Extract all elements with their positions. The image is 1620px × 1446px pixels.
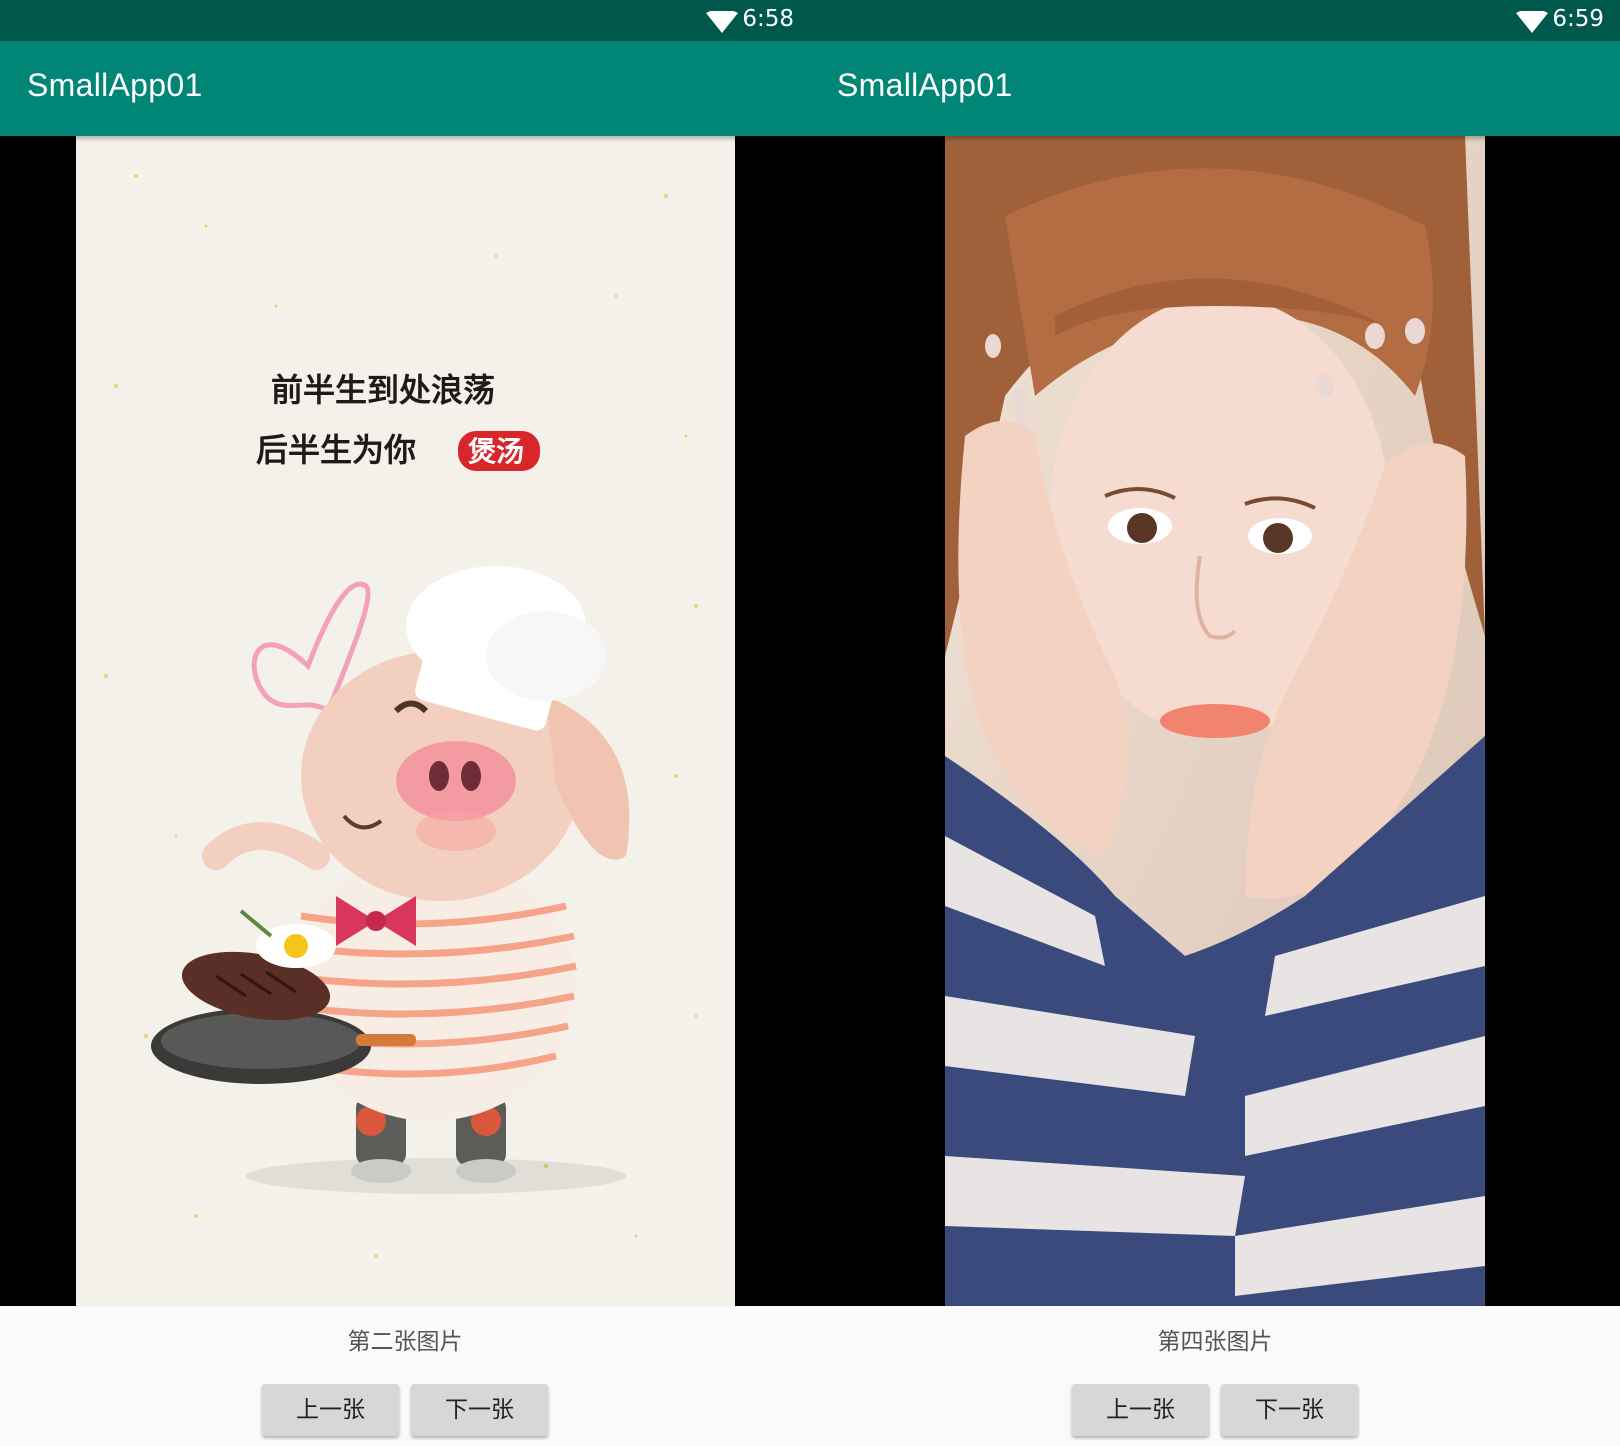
app-title: SmallApp01: [837, 67, 1013, 103]
image-view: 前半生到处浪荡 后半生为你 煲汤: [0, 136, 810, 1306]
chef-pig-image: 前半生到处浪荡 后半生为你 煲汤: [76, 136, 735, 1306]
app-bar: SmallApp01: [810, 41, 1620, 136]
next-button[interactable]: 下一张: [1221, 1384, 1358, 1436]
prev-button[interactable]: 上一张: [1072, 1384, 1209, 1436]
phone-screen-left: 6:58 SmallApp01 前半生到处浪荡 后半生为你 煲汤 第二张图片 上…: [0, 0, 810, 1446]
portrait-illustration: [945, 136, 1485, 1306]
pig-illustration: 前半生到处浪荡 后半生为你 煲汤: [104, 174, 698, 1258]
image-caption: 第二张图片: [347, 1329, 463, 1355]
prev-button[interactable]: 上一张: [262, 1384, 399, 1436]
poem-line-2: 后半生为你: [256, 431, 416, 469]
status-time: 6:58: [742, 6, 794, 32]
phone-screen-right: 6:59 SmallApp01 第四张图片 上一张 下一张: [810, 0, 1620, 1446]
app-bar: SmallApp01: [0, 41, 810, 136]
app-title: SmallApp01: [27, 67, 203, 103]
stamp-text: 煲汤: [468, 435, 524, 468]
wifi-icon: [1516, 11, 1548, 33]
status-bar: 6:59: [810, 0, 1620, 41]
wifi-icon: [706, 11, 738, 33]
status-time: 6:59: [1552, 6, 1604, 32]
image-view: [810, 136, 1620, 1306]
image-caption: 第四张图片: [1157, 1329, 1273, 1355]
poem-line-1: 前半生到处浪荡: [271, 371, 495, 409]
status-bar: 6:58: [0, 0, 810, 41]
next-button[interactable]: 下一张: [411, 1384, 548, 1436]
portrait-image: [945, 136, 1485, 1306]
